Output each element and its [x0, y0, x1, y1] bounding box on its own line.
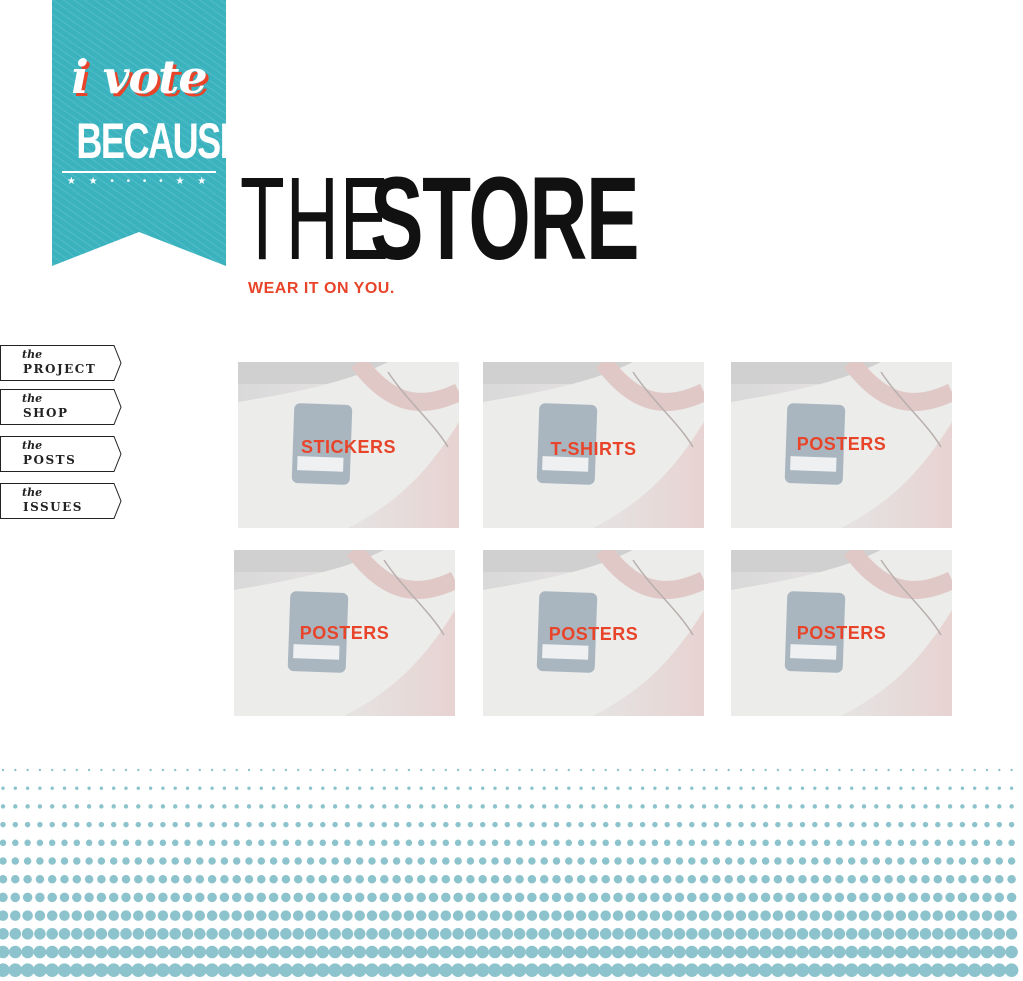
- nav-item-the: the: [22, 486, 43, 499]
- nav-item-the: the: [22, 439, 43, 452]
- page-title: THESTORE: [240, 160, 764, 280]
- product-tile-tshirts[interactable]: T-SHIRTS: [483, 362, 704, 528]
- product-tile-posters[interactable]: POSTERS: [483, 550, 704, 716]
- product-label: POSTERS: [299, 623, 390, 643]
- product-label: T-SHIRTS: [550, 439, 637, 459]
- nav-item-posts[interactable]: the POSTS: [0, 436, 124, 474]
- logo-because-text: BECAUSE: [76, 113, 243, 169]
- product-tile-posters[interactable]: POSTERS: [731, 362, 952, 528]
- page-title-the: THE: [240, 153, 391, 285]
- nav-item-label: SHOP: [23, 406, 69, 420]
- nav-item-label: ISSUES: [23, 500, 83, 514]
- nav-item-the: the: [22, 348, 43, 361]
- logo-ivote-text: i vote: [71, 50, 207, 104]
- logo-banner[interactable]: i vote BECAUSE ★ ★ • • • • ★ ★: [52, 0, 244, 266]
- product-tile-posters[interactable]: POSTERS: [234, 550, 455, 716]
- product-label: POSTERS: [796, 434, 887, 454]
- nav-item-label: POSTS: [23, 453, 77, 467]
- product-tile-posters[interactable]: POSTERS: [731, 550, 952, 716]
- page-title-store: STORE: [370, 153, 640, 285]
- halftone-pattern: [0, 768, 1019, 977]
- product-label: POSTERS: [548, 624, 639, 644]
- product-label: STICKERS: [300, 437, 396, 457]
- nav-item-shop[interactable]: the SHOP: [0, 389, 124, 427]
- page-subtitle: WEAR IT ON YOU.: [248, 280, 395, 297]
- nav-item-the: the: [22, 392, 43, 405]
- product-label: POSTERS: [796, 623, 887, 643]
- nav-item-issues[interactable]: the ISSUES: [0, 483, 124, 521]
- logo-stars: ★ ★ • • • • ★ ★: [66, 176, 212, 187]
- nav-item-project[interactable]: the PROJECT: [0, 345, 124, 383]
- nav-item-label: PROJECT: [23, 362, 97, 376]
- product-tile-stickers[interactable]: STICKERS: [238, 362, 459, 528]
